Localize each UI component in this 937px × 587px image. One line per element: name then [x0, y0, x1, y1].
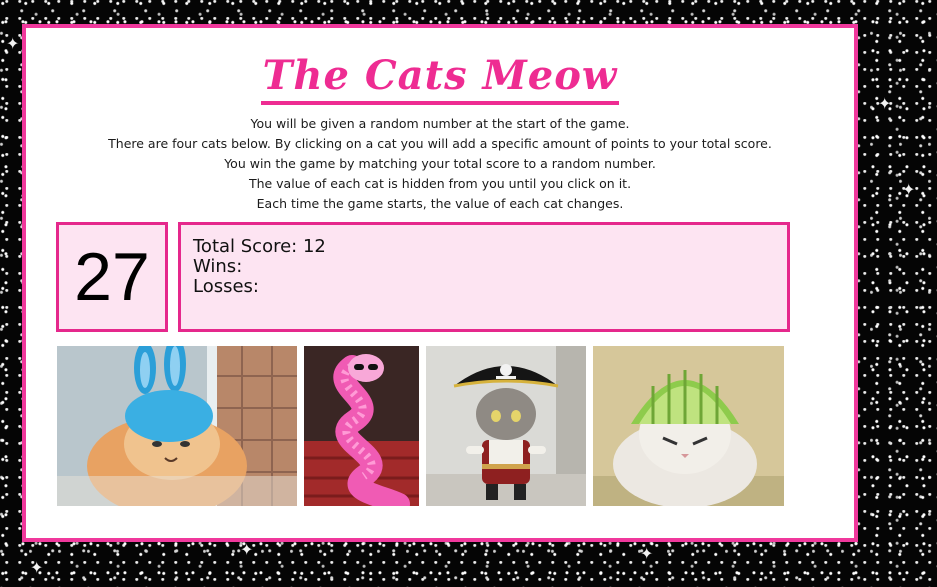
- random-number-box: 27: [56, 222, 168, 332]
- star-decoration: ✦: [878, 94, 892, 113]
- pink-feather-boa-cat-image: [304, 346, 419, 506]
- star-decoration: ✦: [6, 34, 20, 53]
- page-title-text: The Cats Meow: [260, 52, 620, 105]
- game-card: The Cats Meow You will be given a random…: [22, 24, 858, 542]
- losses-count: Losses:: [193, 276, 259, 297]
- cat-button-pink-boa[interactable]: [304, 346, 419, 506]
- star-decoration: ✦: [640, 544, 654, 563]
- star-decoration: ✦: [902, 180, 916, 199]
- instruction-line: You win the game by matching your total …: [224, 156, 656, 171]
- cat-button-bunny-hat[interactable]: [57, 346, 297, 506]
- random-number: 27: [74, 239, 150, 315]
- instruction-line: Each time the game starts, the value of …: [256, 196, 624, 211]
- page-title: The Cats Meow: [26, 52, 854, 105]
- cat-button-pirate[interactable]: [426, 346, 586, 506]
- score-panel: Total Score: 12 Wins: Losses:: [178, 222, 790, 332]
- instructions: You will be given a random number at the…: [26, 114, 854, 214]
- instruction-line: There are four cats below. By clicking o…: [108, 136, 772, 151]
- star-decoration: ✦: [30, 558, 44, 577]
- total-score: Total Score: 12: [193, 236, 326, 257]
- instruction-line: You will be given a random number at the…: [250, 116, 630, 131]
- star-decoration: ✦: [240, 540, 254, 559]
- lime-helmet-cat-image: [593, 346, 784, 506]
- bunny-hat-cat-image: [57, 346, 297, 506]
- wins-count: Wins:: [193, 256, 243, 277]
- cat-button-lime-helmet[interactable]: [593, 346, 784, 506]
- instruction-line: The value of each cat is hidden from you…: [248, 176, 632, 191]
- pirate-costume-cat-image: [426, 346, 586, 506]
